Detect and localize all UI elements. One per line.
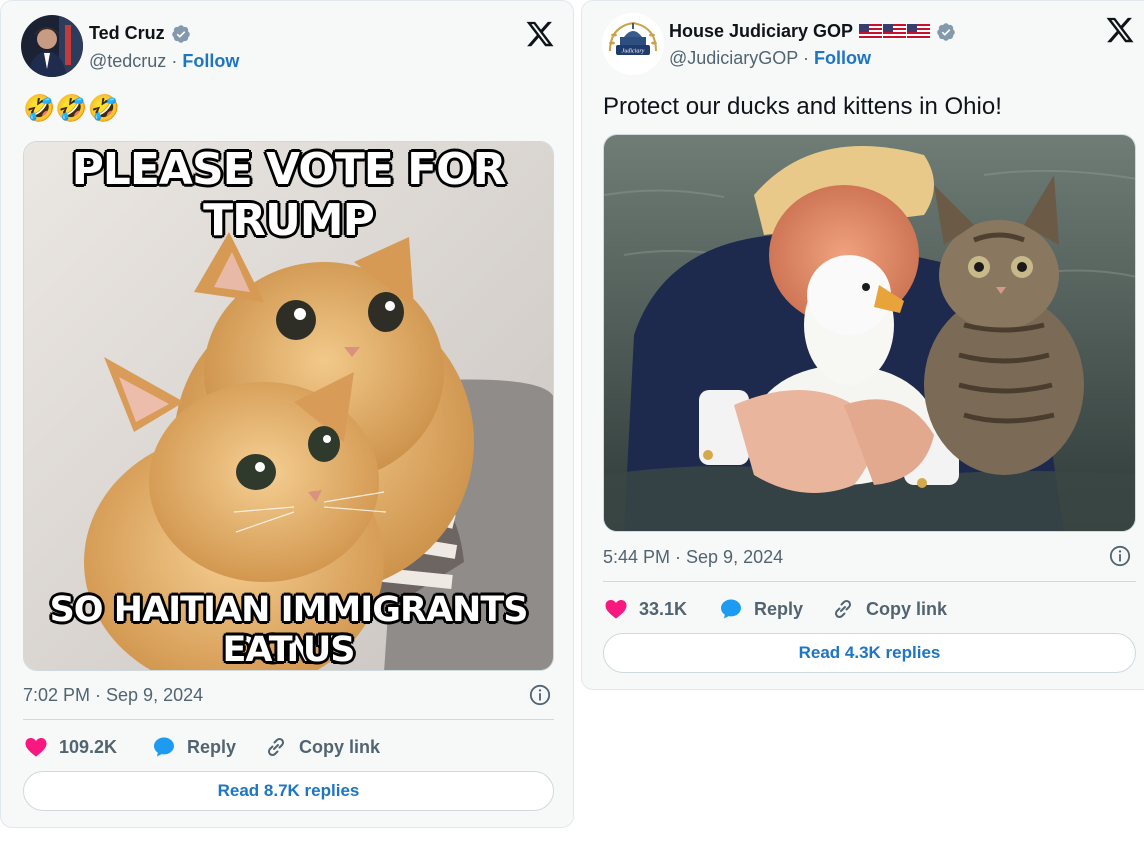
us-flag-icon [907, 24, 931, 39]
like-count: 33.1K [639, 598, 688, 619]
meme-caption-bottom-line2: EAT US [222, 630, 356, 670]
follow-button[interactable]: Follow [814, 48, 871, 68]
handle-row: @tedcruz · Follow [89, 51, 239, 72]
us-flag-icon [859, 24, 883, 39]
copy-link-label: Copy link [866, 598, 948, 619]
info-icon[interactable] [1109, 545, 1131, 567]
ai-image-art [604, 135, 1135, 531]
action-bar: 109.2K Reply Copy link [23, 734, 380, 760]
reply-button[interactable]: Reply [718, 597, 830, 621]
tweet-card-judiciarygop: Judiciary House Judiciary GOP @Judiciary… [581, 0, 1144, 690]
link-icon [834, 599, 852, 619]
tweet-text: 🤣🤣🤣 [23, 93, 121, 123]
author-handle[interactable]: @tedcruz [89, 51, 166, 71]
author-handle[interactable]: @JudiciaryGOP [669, 48, 798, 68]
handle-row: @JudiciaryGOP · Follow [669, 48, 871, 69]
tweet-timestamp[interactable]: 7:02 PM · Sep 9, 2024 [23, 685, 203, 706]
separator-dot: · [803, 48, 809, 68]
action-bar: 33.1K Reply Copy link [603, 596, 947, 622]
follow-button[interactable]: Follow [182, 51, 239, 71]
reply-label: Reply [754, 598, 804, 619]
verified-badge-icon [171, 24, 190, 43]
avatar[interactable]: Judiciary [602, 13, 664, 75]
tweet-image-trump-duck-kitten[interactable] [603, 134, 1136, 532]
x-logo-icon[interactable] [1105, 15, 1135, 45]
heart-icon [25, 738, 47, 757]
tweet-timestamp[interactable]: 5:44 PM · Sep 9, 2024 [603, 547, 783, 568]
speech-bubble-icon [721, 599, 741, 619]
svg-text:Judiciary: Judiciary [622, 49, 645, 55]
separator-dot: · [171, 51, 178, 71]
author-name-row: Ted Cruz [89, 23, 191, 44]
like-button[interactable]: 33.1K [603, 597, 718, 621]
tweet-image-meme[interactable]: PLEASE VOTE FOR TRUMP SO HAITIAN IMMIGRA… [23, 141, 554, 671]
read-replies-button[interactable]: Read 4.3K replies [603, 633, 1136, 673]
us-flag-icon [883, 24, 907, 39]
x-logo-icon[interactable] [525, 19, 555, 49]
verified-badge-icon [937, 22, 955, 41]
reply-button[interactable]: Reply [151, 735, 263, 759]
tweet-card-tedcruz: Ted Cruz @tedcruz · Follow 🤣🤣🤣 PLEASE VO… [0, 0, 574, 828]
copy-link-label: Copy link [299, 736, 381, 757]
info-icon[interactable] [529, 684, 551, 706]
avatar[interactable] [21, 15, 83, 77]
flags-group [859, 24, 931, 39]
tweet-text: Protect our ducks and kittens in Ohio! [603, 93, 1002, 120]
divider [23, 719, 554, 720]
like-count: 109.2K [59, 736, 118, 757]
heart-icon [605, 600, 627, 619]
author-name[interactable]: Ted Cruz [89, 23, 165, 44]
reply-label: Reply [187, 736, 237, 757]
author-name-row: House Judiciary GOP [669, 21, 956, 42]
read-replies-button[interactable]: Read 8.7K replies [23, 771, 554, 811]
author-name[interactable]: House Judiciary GOP [669, 21, 853, 42]
like-button[interactable]: 109.2K [23, 735, 151, 759]
link-icon [267, 737, 285, 757]
copy-link-button[interactable]: Copy link [263, 735, 380, 759]
speech-bubble-icon [154, 737, 174, 757]
divider [603, 581, 1136, 582]
meme-caption-top: PLEASE VOTE FOR TRUMP [71, 144, 507, 246]
copy-link-button[interactable]: Copy link [830, 597, 947, 621]
